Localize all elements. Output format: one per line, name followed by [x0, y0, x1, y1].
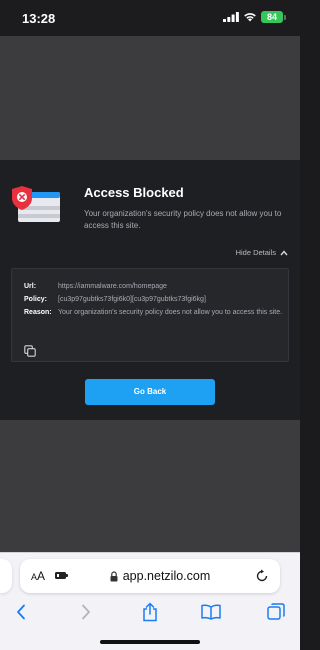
previous-tab-edge[interactable]: [0, 559, 12, 593]
status-icons: 84: [223, 11, 286, 23]
tabs-button[interactable]: [265, 601, 287, 623]
lock-icon: [110, 570, 118, 581]
access-blocked-panel: Access Blocked Your organization's secur…: [0, 160, 300, 420]
copy-icon[interactable]: [24, 345, 36, 357]
detail-label: Reason:: [24, 309, 52, 316]
wifi-icon: [244, 13, 256, 22]
detail-value: https://iammalware.com/homepage: [58, 283, 167, 290]
bookmarks-button[interactable]: [200, 601, 222, 623]
address-bar[interactable]: AA app.netzilo.com: [20, 559, 280, 593]
status-bar: 13:28 84: [0, 0, 300, 36]
reload-icon[interactable]: [255, 569, 269, 583]
forward-button[interactable]: [75, 601, 97, 623]
signal-icon: [223, 12, 239, 22]
page-settings-button[interactable]: AA: [31, 569, 45, 583]
tabs-icon: [267, 603, 285, 620]
share-button[interactable]: [139, 601, 161, 623]
details-box: Url: https://iammalware.com/homepage Pol…: [11, 268, 289, 362]
page-background-bottom: [0, 420, 300, 552]
detail-value: [cu3p97gubtks73fgi6k0][cu3p97gubtks73fgi…: [58, 296, 206, 303]
share-icon: [143, 602, 157, 622]
bookmarks-icon: [201, 604, 221, 620]
back-button[interactable]: [10, 601, 32, 623]
aa-large: A: [37, 569, 46, 583]
extension-icon[interactable]: [55, 571, 68, 580]
battery-tip: [284, 14, 286, 20]
block-description: Your organization's security policy does…: [84, 209, 282, 230]
hide-details-toggle[interactable]: Hide Details: [236, 248, 288, 257]
detail-label: Policy:: [24, 296, 47, 303]
browser-toolbar: AA app.netzilo.com: [0, 552, 300, 650]
browser-nav-row: [0, 601, 300, 625]
hide-details-label: Hide Details: [235, 248, 276, 257]
page-background-top: [0, 36, 300, 160]
forward-icon: [82, 604, 90, 620]
detail-value: Your organization's security policy does…: [58, 309, 283, 316]
back-icon: [17, 604, 25, 620]
page-title: Access Blocked: [84, 185, 184, 200]
go-back-button[interactable]: Go Back: [85, 379, 215, 405]
url-display[interactable]: app.netzilo.com: [80, 559, 240, 593]
status-time: 13:28: [22, 11, 56, 26]
home-indicator: [100, 640, 200, 644]
chevron-up-icon: [280, 249, 288, 255]
detail-label: Url:: [24, 283, 37, 290]
battery-indicator: 84: [261, 11, 283, 23]
shield-icon: [12, 186, 60, 222]
url-text: app.netzilo.com: [122, 569, 211, 583]
